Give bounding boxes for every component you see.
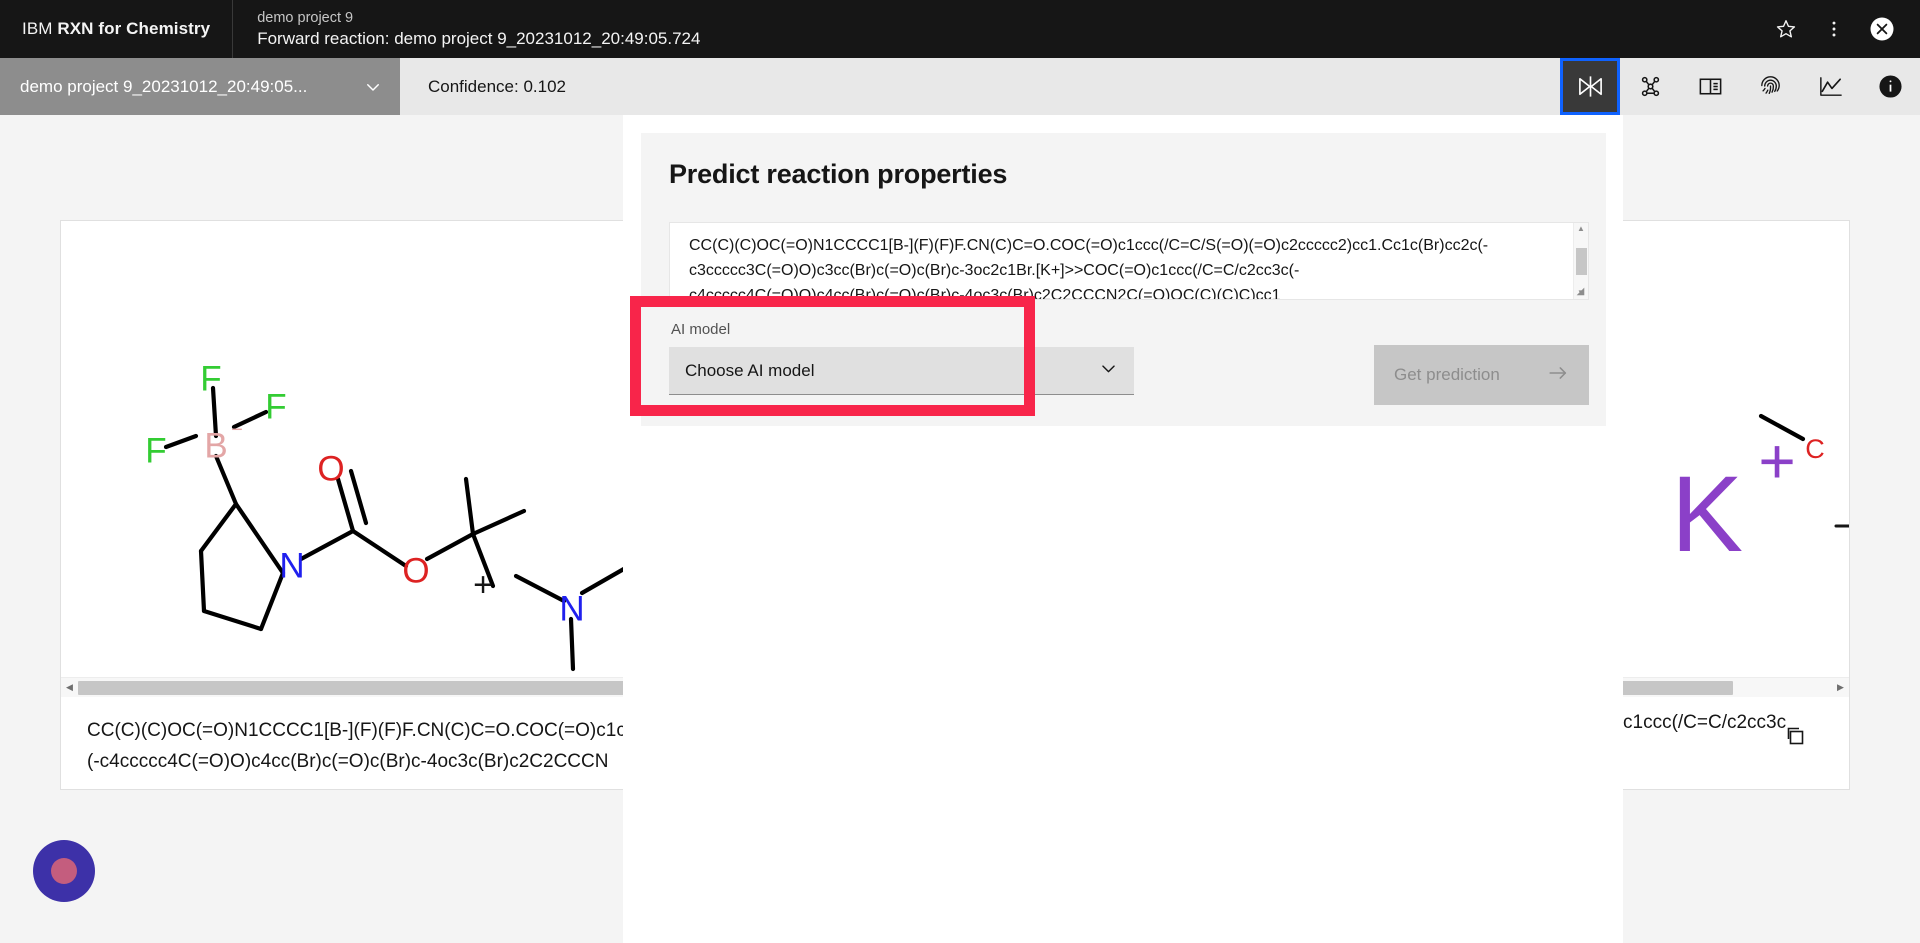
atom-label-B: B [204,427,227,466]
ai-model-label: AI model [671,321,731,338]
fingerprint-icon[interactable] [1740,58,1800,115]
smiles-scrollbar-thumb[interactable] [1575,247,1587,275]
analytics-chart-icon[interactable] [1800,58,1860,115]
scroll-right-arrow-icon[interactable]: ▶ [1832,678,1849,698]
atom-label-F: F [265,388,286,427]
toolbar: demo project 9_20231012_20:49:05... Conf… [0,58,1920,115]
chevron-down-icon [364,78,382,96]
retrosynthesis-graph-icon[interactable] [1620,58,1680,115]
side-panel-icon[interactable] [1680,58,1740,115]
smiles-line-3: c4ccccc4C(=O)O)c4cc(Br)c(=O)c(Br)c-4oc3c… [689,287,1281,299]
page-title: Forward reaction: demo project 9_2023101… [257,28,701,48]
predict-panel-card: Predict reaction properties CC(C)(C)OC(=… [641,133,1606,426]
app-root: IBM RXN for Chemistry demo project 9 For… [0,0,1920,943]
close-icon[interactable] [1858,0,1906,58]
project-tab-label: demo project 9_20231012_20:49:05... [20,76,308,96]
atom-label-N: N [279,547,304,586]
smiles-input[interactable]: CC(C)(C)OC(=O)N1CCCC1[B-](F)(F)F.CN(C)C=… [669,222,1589,300]
atom-label-N: N [559,590,584,629]
atom-label-F: F [200,360,221,399]
reaction-smiles-right-fragment: c1ccc(/C=C/c2cc3c [1623,712,1787,733]
app-header: IBM RXN for Chemistry demo project 9 For… [0,0,1920,58]
panel-controls: AI model Choose AI model Get prediction [669,315,1589,405]
header-titles: demo project 9 Forward reaction: demo pr… [233,10,700,49]
chevron-down-icon [1099,359,1118,383]
breadcrumb-project: demo project 9 [257,9,354,26]
scroll-left-arrow-icon[interactable]: ◀ [61,678,78,698]
textarea-resize-grip[interactable]: ◢ [1574,285,1587,298]
copy-icon[interactable] [1783,723,1809,754]
potassium-cation: K + [1671,425,1796,574]
ai-model-dropdown[interactable]: Choose AI model [669,347,1134,395]
predict-reaction-properties-panel: Predict reaction properties CC(C)(C)OC(=… [623,115,1623,943]
atom-label-C: C [1805,434,1825,464]
brand-prefix: IBM [22,19,53,38]
information-icon[interactable] [1860,58,1920,115]
smiles-line-2: c3ccccc3C(=O)O)c3cc(Br)c(=O)c(Br)c-3oc2c… [689,262,1300,279]
plus-sign: + [473,566,493,604]
arrow-right-icon [1547,362,1569,389]
panel-title: Predict reaction properties [669,159,1008,189]
brand-logo[interactable]: IBM RXN for Chemistry [0,19,232,39]
atom-label-O: O [317,450,344,489]
smiles-input-text[interactable]: CC(C)(C)OC(=O)N1CCCC1[B-](F)(F)F.CN(C)C=… [670,223,1573,299]
atom-charge-minus: − [231,419,243,441]
header-actions [1762,0,1920,58]
brand-name: RXN for Chemistry [57,19,211,38]
assistant-icon [51,858,77,884]
overflow-menu-icon[interactable] [1810,0,1858,58]
toolbar-actions [1560,58,1920,115]
smiles-line-1: CC(C)(C)OC(=O)N1CCCC1[B-](F)(F)F.CN(C)C=… [689,237,1489,254]
confidence-label: Confidence: 0.102 [428,76,566,96]
assistant-button[interactable] [33,840,95,902]
atom-label-K: K [1671,453,1743,574]
get-prediction-label: Get prediction [1394,365,1500,384]
atom-label-O: O [402,552,429,591]
get-prediction-button[interactable]: Get prediction [1374,345,1589,405]
atom-label-F: F [145,432,166,471]
scroll-up-arrow-icon[interactable]: ▲ [1577,225,1585,233]
star-icon[interactable] [1762,0,1810,58]
project-tab-dropdown[interactable]: demo project 9_20231012_20:49:05... [0,58,400,115]
ai-model-value: Choose AI model [685,360,815,380]
atom-charge-plus: + [1758,425,1795,497]
reaction-arrow [1834,524,1849,528]
ai-model-field: AI model Choose AI model [669,315,1134,395]
reaction-properties-icon[interactable] [1560,58,1620,115]
